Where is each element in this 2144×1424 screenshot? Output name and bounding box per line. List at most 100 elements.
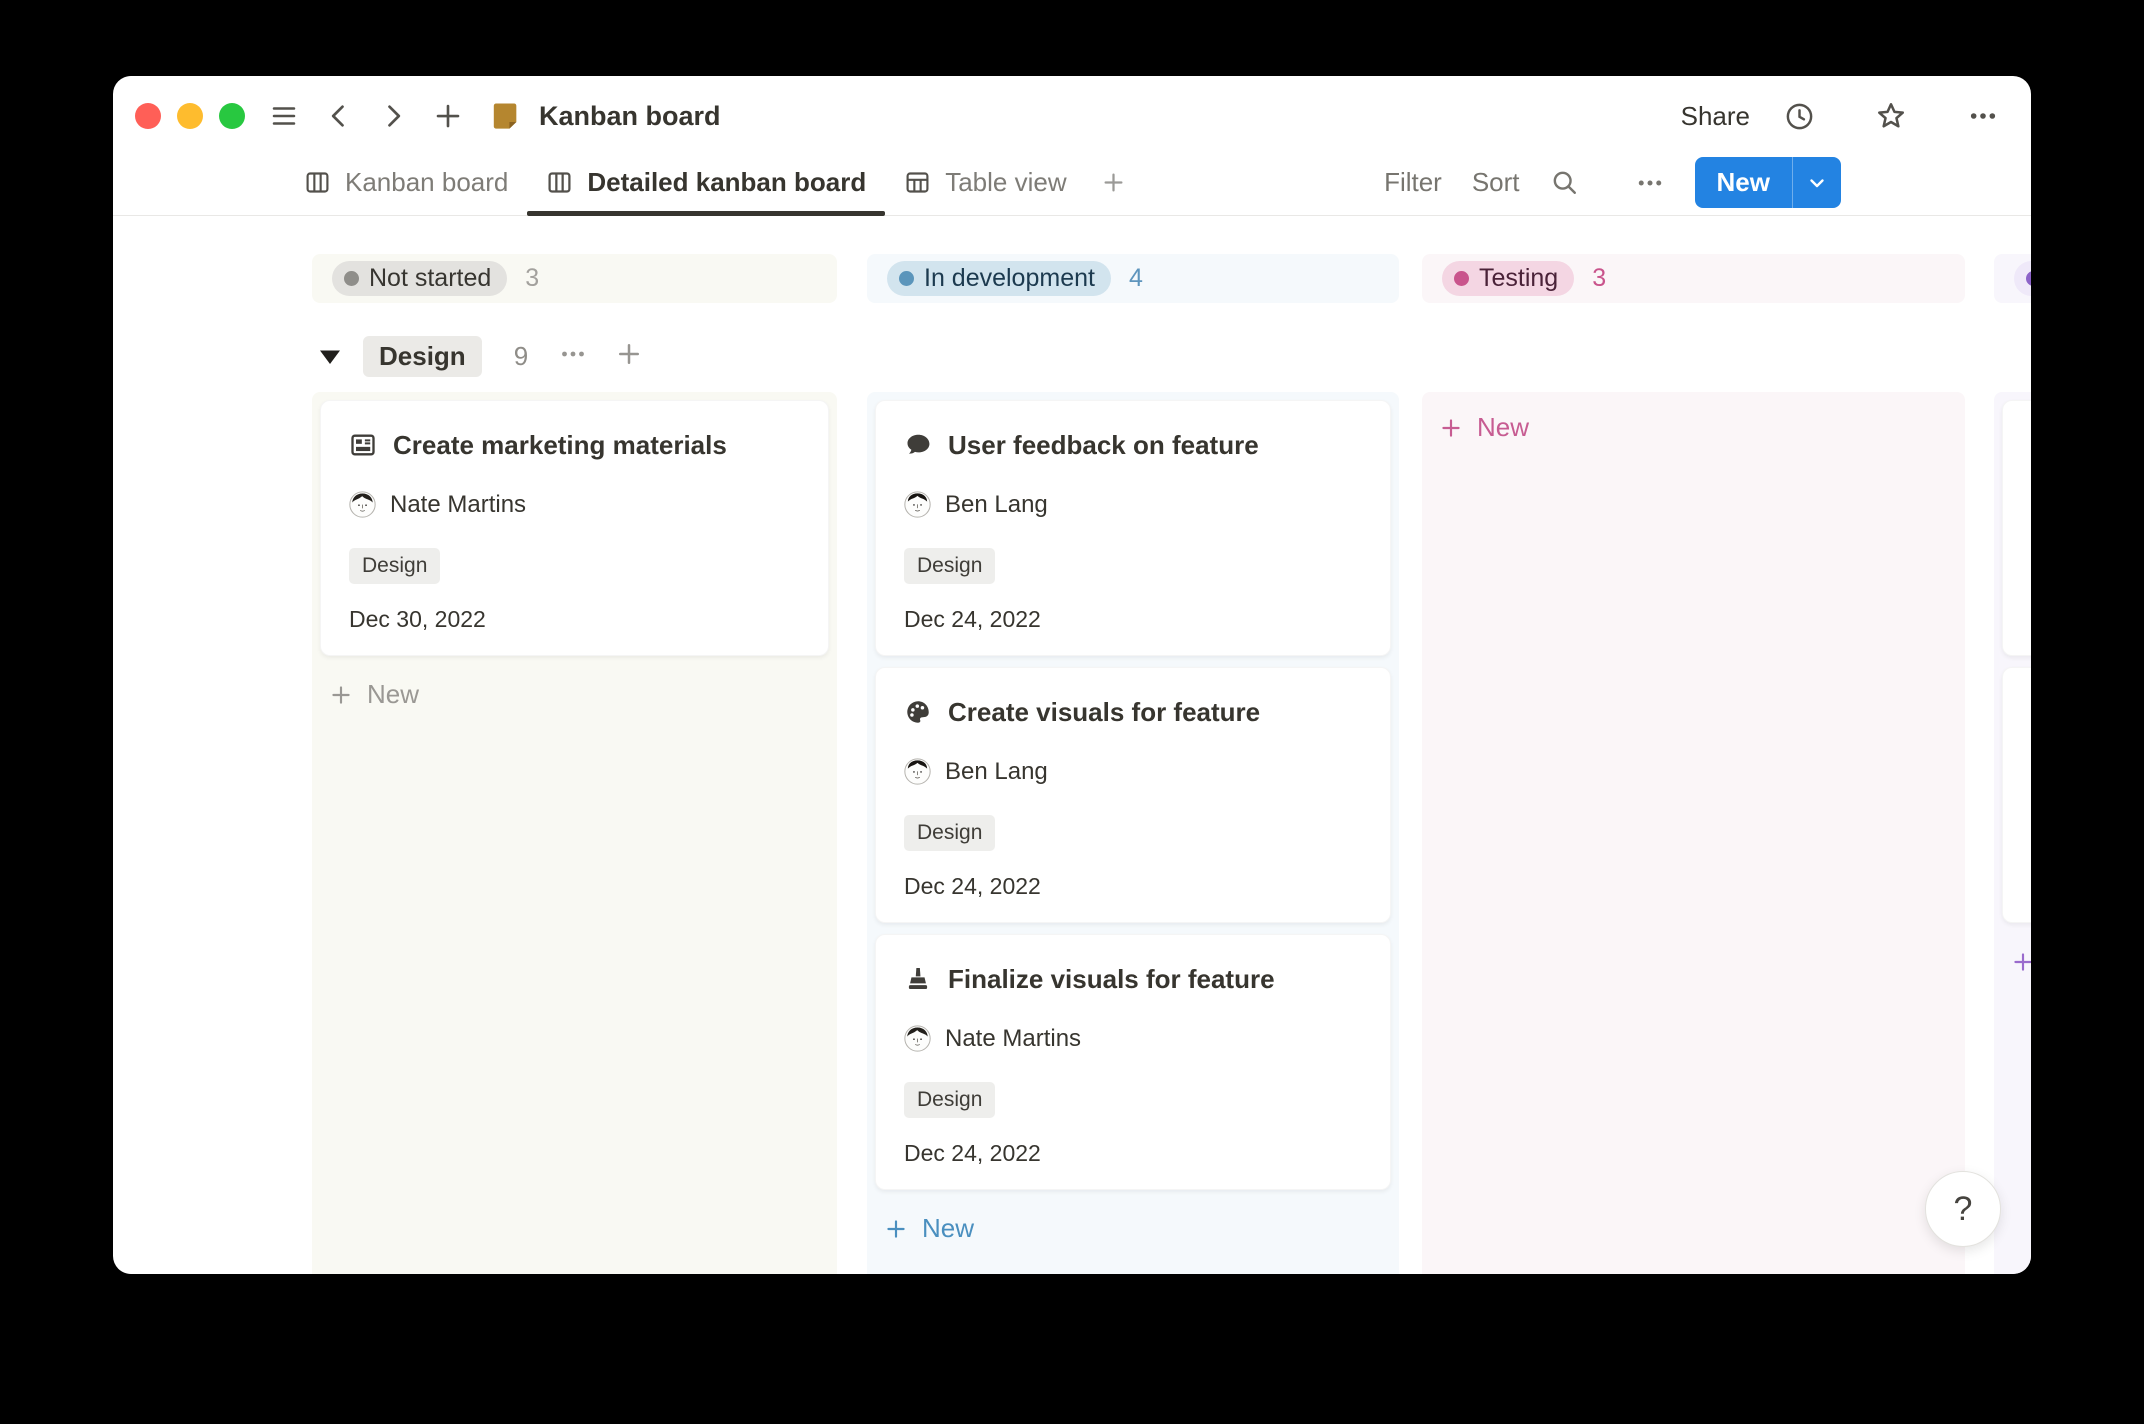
due-date: Dec 24, 2022 — [904, 606, 1362, 633]
card-create-visuals-for-feature[interactable]: Create visuals for feature Ben Lang Desi… — [875, 667, 1391, 923]
tag-design: Design — [904, 1082, 995, 1118]
column-count: 3 — [1592, 264, 1606, 293]
column-body: User feedback on feature Ben Lang Design… — [867, 392, 1399, 1274]
tag-design: Design — [349, 548, 440, 584]
avatar-nate-martins — [904, 1025, 931, 1052]
assignee-name: Ben Lang — [945, 491, 1048, 519]
column-body: New — [1422, 392, 1965, 1274]
new-button-label[interactable]: New — [1695, 157, 1792, 208]
new-card-button[interactable]: New — [871, 1201, 1395, 1256]
new-card-label: New — [1477, 412, 1529, 443]
card-clipped-2[interactable]: Design Dec 24, 2022 — [2002, 667, 2031, 923]
tab-label: Table view — [945, 167, 1066, 198]
card-clipped-1[interactable]: Design Dec 24, 2022 — [2002, 400, 2031, 656]
tab-table-view[interactable]: Table view — [885, 150, 1085, 215]
card-title: Create marketing materials — [393, 430, 727, 461]
tab-detailed-kanban-board[interactable]: Detailed kanban board — [527, 150, 885, 215]
search-icon[interactable] — [1550, 168, 1579, 197]
due-date: Dec 24, 2022 — [904, 873, 1362, 900]
view-tabs: Kanban board Detailed kanban board Table… — [113, 150, 1141, 215]
screen: Kanban board Share — [0, 0, 2144, 1424]
sidebar-menu-icon[interactable] — [269, 101, 299, 131]
new-card-button[interactable]: New — [1426, 400, 1961, 455]
column-clipped: Design Dec 24, 2022 — [1994, 254, 2031, 1274]
new-card-label: New — [367, 679, 419, 710]
card-create-marketing-materials[interactable]: Create marketing materials Nate Martins … — [320, 400, 829, 656]
status-label: Testing — [1479, 264, 1558, 293]
close-button[interactable] — [135, 103, 161, 129]
status-pill-clipped — [2014, 261, 2031, 296]
palette-icon — [904, 698, 932, 726]
newspaper-icon — [349, 431, 377, 459]
column-header[interactable]: Not started 3 — [312, 254, 837, 303]
tab-kanban-board[interactable]: Kanban board — [285, 150, 527, 215]
sort-button[interactable]: Sort — [1472, 167, 1520, 198]
kanban-board: Design 9 Not started — [113, 216, 2031, 1274]
clipboard-page-icon — [489, 100, 521, 132]
back-icon[interactable] — [325, 102, 353, 130]
new-button[interactable]: New — [1695, 157, 1841, 208]
column-testing: Testing 3 New — [1422, 254, 1965, 1274]
table-view-icon — [904, 169, 931, 196]
card-title: User feedback on feature — [948, 430, 1259, 461]
help-button[interactable]: ? — [1925, 1171, 2001, 1247]
forward-icon[interactable] — [379, 102, 407, 130]
status-pill-not-started: Not started — [332, 261, 507, 296]
tag-design: Design — [904, 815, 995, 851]
card-title: Create visuals for feature — [948, 697, 1260, 728]
column-header[interactable]: In development 4 — [867, 254, 1399, 303]
avatar-ben-lang — [904, 491, 931, 518]
status-dot — [1454, 271, 1469, 286]
card-title: Finalize visuals for feature — [948, 964, 1275, 995]
brush-icon — [904, 965, 932, 993]
card-user-feedback-on-feature[interactable]: User feedback on feature Ben Lang Design… — [875, 400, 1391, 656]
status-dot — [344, 271, 359, 286]
assignee-name: Ben Lang — [945, 758, 1048, 786]
tab-label: Detailed kanban board — [587, 167, 866, 198]
assignee-name: Nate Martins — [945, 1025, 1081, 1053]
column-count: 4 — [1129, 264, 1143, 293]
new-card-button[interactable]: New — [316, 667, 833, 722]
minimize-button[interactable] — [177, 103, 203, 129]
avatar-ben-lang — [904, 758, 931, 785]
status-dot — [2026, 271, 2031, 286]
filter-button[interactable]: Filter — [1384, 167, 1442, 198]
status-pill-testing: Testing — [1442, 261, 1574, 296]
speech-bubble-icon — [904, 431, 932, 459]
card-finalize-visuals-for-feature[interactable]: Finalize visuals for feature Nate Martin… — [875, 934, 1391, 1190]
column-body: Design Dec 24, 2022 — [1994, 392, 2031, 1274]
view-controls: Filter Sort New — [1384, 150, 1841, 215]
due-date: Dec 30, 2022 — [349, 606, 800, 633]
assignee-name: Nate Martins — [390, 491, 526, 519]
tab-label: Kanban board — [345, 167, 508, 198]
traffic-lights — [135, 103, 245, 129]
zoom-button[interactable] — [219, 103, 245, 129]
new-card-label: New — [922, 1213, 974, 1244]
status-dot — [899, 271, 914, 286]
more-options-icon[interactable] — [1967, 100, 1999, 132]
new-card-button[interactable]: New — [1998, 934, 2031, 989]
column-count: 3 — [525, 264, 539, 293]
column-body: Create marketing materials Nate Martins … — [312, 392, 837, 1274]
add-view-icon[interactable] — [1086, 150, 1141, 215]
title-bar-actions: Share — [1681, 100, 1999, 132]
column-header[interactable] — [1994, 254, 2031, 303]
view-options-icon[interactable] — [1635, 168, 1665, 198]
status-label: In development — [924, 264, 1095, 293]
column-in-development: In development 4 User feedback on featur… — [867, 254, 1399, 1274]
tag-design: Design — [904, 548, 995, 584]
app-window: Kanban board Share — [113, 76, 2031, 1274]
new-tab-icon[interactable] — [433, 101, 463, 131]
share-button[interactable]: Share — [1681, 101, 1750, 132]
board-view-icon — [546, 169, 573, 196]
history-clock-icon[interactable] — [1784, 101, 1815, 132]
column-not-started: Not started 3 Create marketing materials — [312, 254, 837, 1274]
page-title: Kanban board — [489, 100, 721, 132]
favorite-star-icon[interactable] — [1875, 100, 1907, 132]
help-button-label: ? — [1954, 1190, 1973, 1229]
new-button-dropdown[interactable] — [1792, 157, 1841, 208]
page-title-text: Kanban board — [539, 101, 721, 132]
column-header[interactable]: Testing 3 — [1422, 254, 1965, 303]
status-label: Not started — [369, 264, 491, 293]
board-view-icon — [304, 169, 331, 196]
